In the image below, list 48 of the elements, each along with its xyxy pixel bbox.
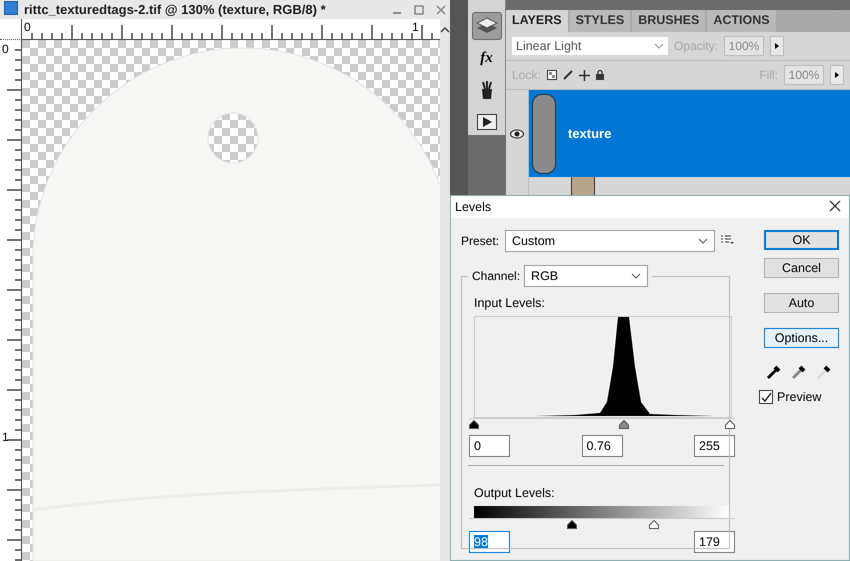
chevron-down-icon	[631, 273, 642, 279]
styles-panel-button[interactable]: fx	[472, 46, 500, 72]
input-level-field[interactable]: 0	[469, 435, 510, 457]
document-title: rittc_texturedtags-2.tif @ 130% (texture, RGB/8) *	[24, 2, 327, 17]
maximize-icon[interactable]	[414, 4, 424, 14]
checker-icon[interactable]	[546, 70, 557, 80]
preset-dropdown[interactable]: Custom	[505, 230, 716, 252]
scrollbar[interactable]	[440, 40, 450, 561]
ruler-label: 0	[2, 42, 9, 56]
input-level-field[interactable]: 0.76	[582, 435, 622, 457]
chevron-down-icon	[698, 238, 708, 244]
move-icon[interactable]	[578, 70, 590, 80]
dialog-button[interactable]: Options...	[764, 328, 839, 348]
lock-icon[interactable]	[596, 70, 604, 80]
output-level-field[interactable]: 98	[469, 531, 510, 553]
ruler-label: 0	[24, 20, 31, 34]
dialog-button[interactable]: OK	[764, 230, 839, 250]
preview-checkbox[interactable]	[759, 390, 773, 404]
slider-handle[interactable]	[619, 420, 630, 429]
output-levels-label: Output Levels:	[474, 486, 556, 500]
preview-label: Preview	[777, 390, 822, 404]
slider-handle[interactable]	[648, 520, 659, 529]
eye-icon	[510, 128, 524, 138]
slider-handle[interactable]	[469, 420, 479, 429]
preset-label: Preset:	[461, 234, 500, 248]
input-level-field[interactable]: 255	[694, 435, 735, 457]
dialog-button[interactable]: Auto	[764, 293, 839, 313]
brush-icon[interactable]	[562, 70, 573, 80]
chevron-down-icon	[654, 43, 664, 49]
slider-handle[interactable]	[567, 520, 578, 529]
slider-handle[interactable]	[725, 420, 735, 429]
ruler-origin[interactable]	[0, 19, 22, 40]
ruler-label: 1	[412, 20, 419, 34]
input-levels-label: Input Levels:	[474, 296, 546, 310]
dialog-title: Levels	[455, 200, 492, 214]
panel-tab[interactable]: BRUSHES	[632, 10, 706, 32]
panel-tab[interactable]: ACTIONS	[707, 10, 776, 32]
panel-tab[interactable]: LAYERS	[506, 10, 568, 32]
dialog-button[interactable]: Cancel	[764, 258, 839, 278]
channel-dropdown[interactable]: RGB	[524, 265, 648, 287]
layers-panel-icon[interactable]	[472, 12, 502, 40]
blend-mode-dropdown[interactable]: Linear Light	[512, 37, 668, 55]
layer-row[interactable]: texture	[529, 90, 850, 177]
output-level-field[interactable]: 179	[694, 531, 735, 553]
ruler-label: 1	[2, 430, 9, 444]
channel-label: Channel:	[472, 269, 520, 283]
panel-tab[interactable]: STYLES	[570, 10, 630, 32]
app-logo-icon	[4, 1, 18, 18]
